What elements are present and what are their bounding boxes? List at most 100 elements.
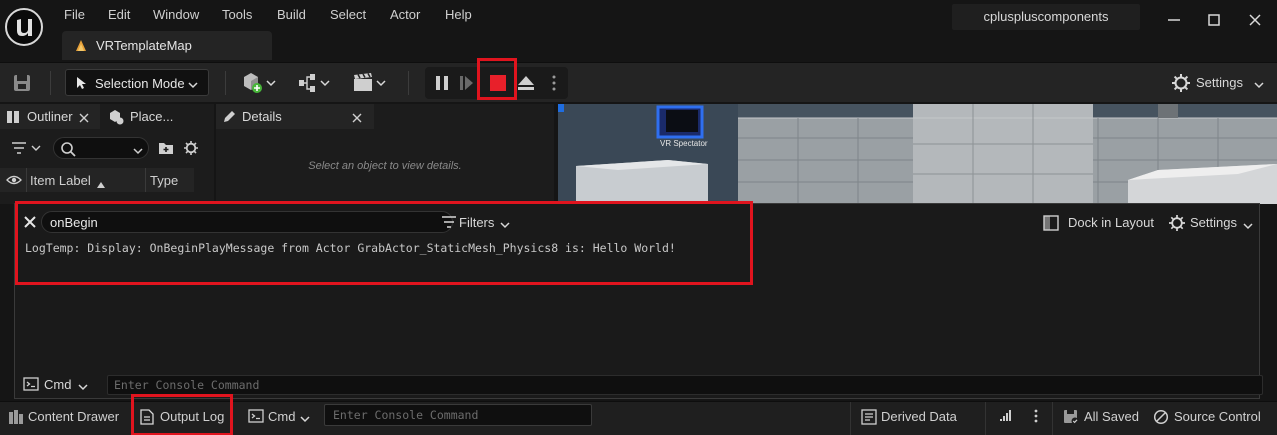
log-settings-button[interactable]: Settings [1168,213,1254,233]
log-command-bar: Cmd Enter Console Command [21,375,1263,395]
close-icon[interactable] [79,111,89,123]
console-icon [23,377,39,391]
status-divider [985,402,986,435]
status-divider [1052,402,1053,435]
menu-build[interactable]: Build [277,7,306,25]
console-command-input[interactable]: Enter Console Command [107,375,1263,395]
log-settings-label: Settings [1190,215,1237,230]
tab-details[interactable]: Details [216,104,374,129]
column-divider [145,168,146,192]
pencil-icon [222,110,236,124]
settings-button[interactable]: Settings [1171,73,1265,93]
column-item-label[interactable]: Item Label [30,173,91,188]
dock-label: Dock in Layout [1068,215,1154,230]
more-options-icon[interactable] [1029,408,1043,424]
column-type[interactable]: Type [150,173,178,188]
frame-skip-icon[interactable] [459,74,477,92]
log-highlight-box [15,201,753,285]
dock-in-layout-button[interactable]: Dock in Layout [1043,214,1155,232]
console-icon [248,409,264,423]
outliner-panel: Outliner Place... Item Label Type [0,104,214,204]
eject-icon[interactable] [516,74,536,92]
save-icon[interactable] [12,73,32,93]
console-command-input[interactable]: Enter Console Command [324,404,592,426]
stop-highlight-box [477,58,517,100]
menu-window[interactable]: Window [153,7,199,25]
main-toolbar: Selection Mode Settings [0,58,1277,102]
trace-icon[interactable] [998,408,1014,424]
cmd-label: Cmd [44,377,72,392]
selection-mode-dropdown[interactable]: Selection Mode [65,69,209,96]
select-mode-icon [75,76,89,90]
settings-label: Settings [1196,75,1243,90]
gear-icon [1171,73,1191,93]
selection-mode-label: Selection Mode [95,76,185,91]
chevron-down-icon [187,78,199,89]
toolbar-divider [50,71,51,95]
project-name: cpluspluscomponents [952,4,1140,30]
pause-icon[interactable] [433,74,451,92]
chevron-down-icon [1242,219,1254,230]
source-control-label: Source Control [1174,409,1261,424]
minimize-icon[interactable] [1162,8,1186,32]
more-options-icon[interactable] [547,74,561,92]
outliner-search-input[interactable] [53,137,149,159]
outliner-header: Item Label Type [0,168,194,192]
menu-actor[interactable]: Actor [390,7,420,25]
unreal-logo-icon[interactable] [4,7,44,47]
add-actor-button[interactable] [240,69,280,97]
tab-outliner[interactable]: Outliner [0,104,100,129]
level-icon [74,39,88,53]
close-icon[interactable] [352,111,362,123]
derived-data-icon [861,409,877,425]
menu-tools[interactable]: Tools [222,7,252,25]
cinematics-button[interactable] [350,69,390,97]
menu-file[interactable]: File [64,7,85,25]
filter-icon[interactable] [10,140,44,156]
column-divider [26,168,27,192]
gear-icon[interactable] [183,140,199,156]
eye-icon[interactable] [6,174,22,186]
derived-data-button[interactable]: Derived Data [861,408,961,426]
save-icon [1063,409,1079,425]
menu-help[interactable]: Help [445,7,472,25]
chevron-down-icon [132,144,144,155]
level-tab-label: VRTemplateMap [96,38,192,53]
all-saved-label: All Saved [1084,409,1139,424]
cmd-dropdown[interactable]: Cmd [23,376,97,394]
outliner-icon [6,110,20,124]
search-icon [60,141,76,157]
chevron-down-icon [77,380,89,391]
outliner-tab-label: Outliner [27,109,73,124]
level-tab[interactable]: VRTemplateMap [62,31,272,60]
sort-ascending-icon [96,177,106,188]
source-control-disabled-icon [1153,409,1169,425]
content-drawer-label: Content Drawer [28,409,120,424]
chevron-down-icon [299,412,311,423]
toolbar-divider [225,71,226,95]
cmd-dropdown[interactable]: Cmd [248,408,318,426]
level-viewport[interactable]: VR Spectator [558,104,1277,204]
content-drawer-button[interactable]: Content Drawer [8,408,123,426]
chevron-down-icon [1253,78,1265,89]
title-bar: File Edit Window Tools Build Select Acto… [0,0,1277,62]
gear-icon [1168,214,1186,232]
close-window-icon[interactable] [1243,8,1267,32]
add-folder-icon[interactable] [158,140,174,156]
tab-place-actors[interactable]: Place... [102,104,212,129]
blueprint-button[interactable] [296,69,336,97]
source-control-button[interactable]: Source Control [1153,408,1271,426]
viewport-scene: VR Spectator [558,104,1277,204]
viewport-spectator-label: VR Spectator [660,139,708,148]
menu-select[interactable]: Select [330,7,366,25]
menu-edit[interactable]: Edit [108,7,130,25]
place-actors-icon [108,109,124,125]
status-divider [850,402,851,435]
status-bar: Content Drawer Output Log Cmd Enter Cons… [0,394,1277,435]
content-drawer-icon [8,409,24,425]
dock-icon [1043,215,1059,231]
cmd-label: Cmd [268,409,296,424]
all-saved-button[interactable]: All Saved [1063,408,1143,426]
details-panel: Details Select an object to view details… [216,104,554,204]
maximize-icon[interactable] [1202,8,1226,32]
